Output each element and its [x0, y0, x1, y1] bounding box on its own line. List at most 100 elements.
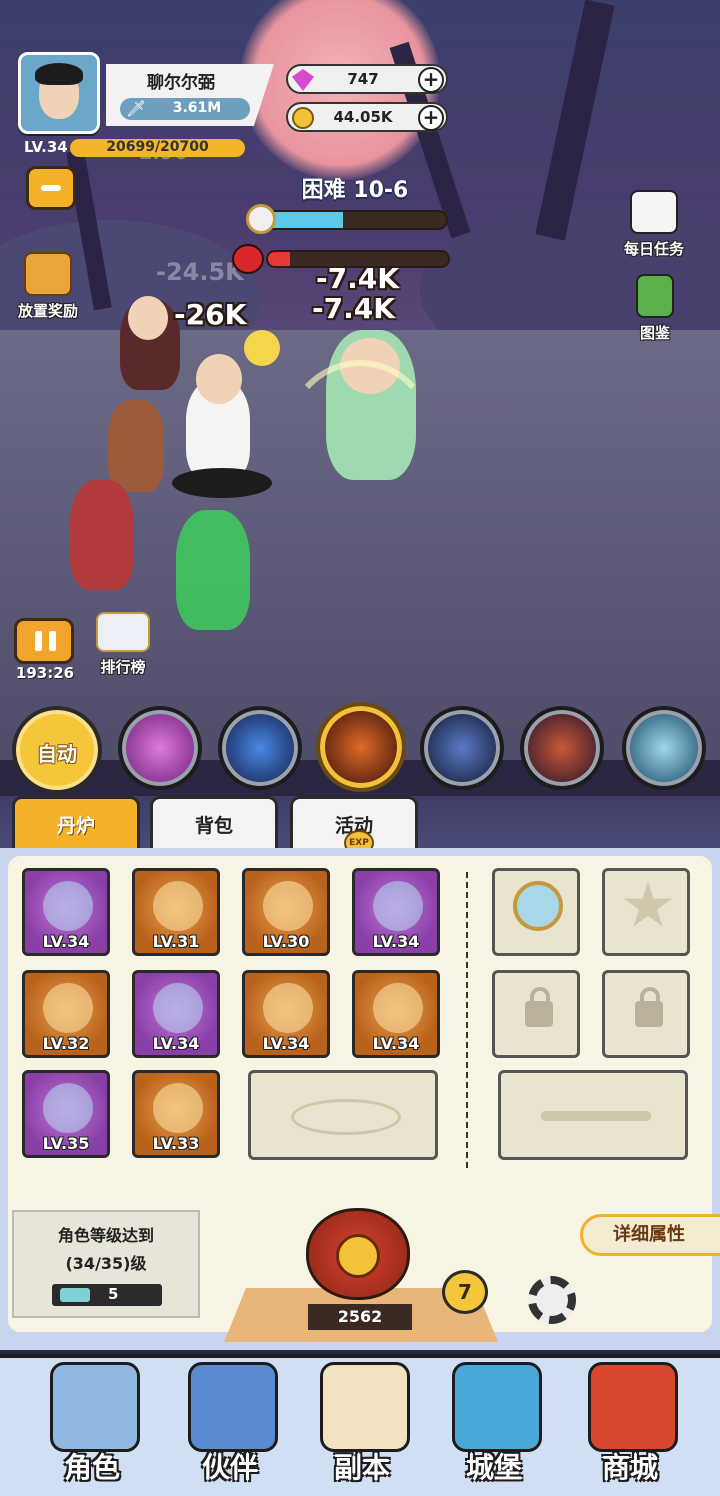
- panel-divider: [466, 872, 468, 1168]
- equipment-level: LV.32: [42, 1034, 90, 1053]
- nav-character-label: 角色: [63, 1451, 120, 1484]
- idle-reward-label: 放置奖励: [18, 302, 79, 320]
- add-gem-button[interactable]: +: [418, 67, 444, 93]
- equipment-slot[interactable]: LV.34: [352, 868, 440, 956]
- gem-value: 747: [347, 70, 379, 88]
- skill-vortex[interactable]: [118, 706, 202, 790]
- requirement-line1: 角色等级达到: [57, 1226, 154, 1245]
- hero-official-head: [128, 296, 168, 340]
- lock-icon: [525, 987, 553, 1027]
- equipment-slot[interactable]: LV.30: [242, 868, 330, 956]
- equipment-level: LV.34: [42, 932, 90, 951]
- lock-icon: [635, 987, 663, 1027]
- mirror-slot[interactable]: [492, 868, 580, 956]
- pause-button[interactable]: [14, 618, 74, 664]
- equipment-slot[interactable]: LV.35: [22, 1070, 110, 1158]
- hero-red-warrior: [70, 480, 134, 590]
- dragon-orb-icon: [373, 881, 423, 931]
- gem-icon: [292, 69, 314, 91]
- damage-number: -26K: [174, 298, 247, 331]
- sword-icon: 🗡: [126, 99, 147, 118]
- level-requirement-card: 角色等级达到 (34/35)级 5: [12, 1210, 200, 1318]
- treasure-chest-icon: [24, 252, 72, 296]
- gem-currency: 747 +: [286, 64, 448, 94]
- ticket-icon: [60, 1288, 90, 1302]
- hexagram-slot[interactable]: [602, 868, 690, 956]
- skill-dragon[interactable]: [622, 706, 706, 790]
- belt-icon: [43, 1083, 93, 1133]
- battle-timer: 193:26: [15, 664, 75, 682]
- equipment-level: LV.34: [372, 1034, 420, 1053]
- daily-task-button[interactable]: 每日任务: [624, 190, 684, 259]
- player-card[interactable]: 聊尔尔弼 🗡 3.61M: [18, 52, 278, 134]
- codex-button[interactable]: 图鉴: [636, 274, 674, 343]
- character-icon: [50, 1362, 140, 1452]
- add-coin-button[interactable]: +: [418, 105, 444, 131]
- nav-dungeon[interactable]: 副本: [298, 1356, 426, 1492]
- equipment-level: LV.30: [262, 932, 310, 951]
- magic-circle-icon: [291, 1099, 401, 1135]
- ticket-cost: 5: [52, 1284, 162, 1306]
- gear-icon[interactable]: [528, 1276, 576, 1324]
- skill-lightning[interactable]: [420, 706, 504, 790]
- nav-character[interactable]: 角色: [28, 1356, 156, 1492]
- exp-bar: 20699/20700: [70, 139, 245, 157]
- locked-slot[interactable]: [602, 970, 690, 1058]
- equipment-slot[interactable]: LV.33: [132, 1070, 220, 1158]
- equipment-level: LV.34: [152, 1034, 200, 1053]
- clock-icon: [246, 204, 276, 234]
- nav-partner[interactable]: 伙伴: [166, 1356, 294, 1492]
- skill-bar: 自动: [0, 700, 720, 796]
- player-name: 聊尔尔弼: [147, 73, 215, 93]
- nav-castle-label: 城堡: [465, 1451, 522, 1484]
- stage-time-bar: [264, 210, 448, 230]
- spear-icon: [43, 983, 93, 1033]
- idle-reward-button[interactable]: 放置奖励: [18, 252, 78, 321]
- nav-castle[interactable]: 城堡: [430, 1356, 558, 1492]
- equipment-slot[interactable]: LV.32: [22, 970, 110, 1058]
- equipment-slot[interactable]: LV.31: [132, 868, 220, 956]
- skill-demon[interactable]: [316, 702, 406, 792]
- power-bar: 🗡 3.61M: [120, 98, 250, 120]
- yin-yang-platform: [172, 468, 272, 498]
- equipment-level: LV.34: [372, 932, 420, 951]
- equipment-level: LV.33: [152, 1134, 200, 1153]
- auto-button[interactable]: 自动: [12, 706, 102, 794]
- power-value: 3.61M: [172, 100, 222, 116]
- ranking-label: 排行榜: [100, 658, 146, 676]
- equipment-slot[interactable]: LV.34: [352, 970, 440, 1058]
- equipment-slot[interactable]: LV.34: [132, 970, 220, 1058]
- equipment-slot[interactable]: LV.34: [242, 970, 330, 1058]
- equipment-slot[interactable]: LV.34: [22, 868, 110, 956]
- menu-button[interactable]: [26, 166, 76, 210]
- requirement-line2: (34/35)级: [65, 1254, 147, 1273]
- damage-number: -7.4K: [312, 292, 395, 325]
- tab-furnace[interactable]: 丹炉: [12, 796, 140, 848]
- equipment-level: LV.35: [42, 1134, 90, 1153]
- damage-number: -24.5K: [156, 258, 244, 286]
- partner-icon: [188, 1362, 278, 1452]
- shop-icon: [588, 1362, 678, 1452]
- nav-dungeon-label: 副本: [333, 1451, 390, 1484]
- locked-slot[interactable]: [492, 970, 580, 1058]
- avatar[interactable]: [18, 52, 100, 134]
- trident-icon: [541, 1111, 651, 1121]
- nav-shop[interactable]: 商城: [566, 1356, 694, 1492]
- furnace-coin-badge[interactable]: 7: [442, 1270, 488, 1314]
- ranking-button[interactable]: 排行榜: [96, 612, 150, 677]
- ring-icon: [263, 983, 313, 1033]
- equipment-level: LV.34: [262, 1034, 310, 1053]
- sword-icon: [43, 881, 93, 931]
- pearl-icon: [373, 983, 423, 1033]
- magic-circle-slot[interactable]: [248, 1070, 438, 1160]
- pet-yellow: [244, 330, 280, 366]
- mirror-icon: [513, 881, 563, 931]
- scroll-icon: [153, 881, 203, 931]
- spear-slot[interactable]: [498, 1070, 688, 1160]
- detail-attributes-button[interactable]: 详细属性: [580, 1214, 720, 1256]
- coin-value: 44.05K: [333, 108, 393, 126]
- skill-beast[interactable]: [520, 706, 604, 790]
- tab-backpack[interactable]: 背包: [150, 796, 278, 848]
- jade-disc-icon: [153, 983, 203, 1033]
- skill-wave[interactable]: [218, 706, 302, 790]
